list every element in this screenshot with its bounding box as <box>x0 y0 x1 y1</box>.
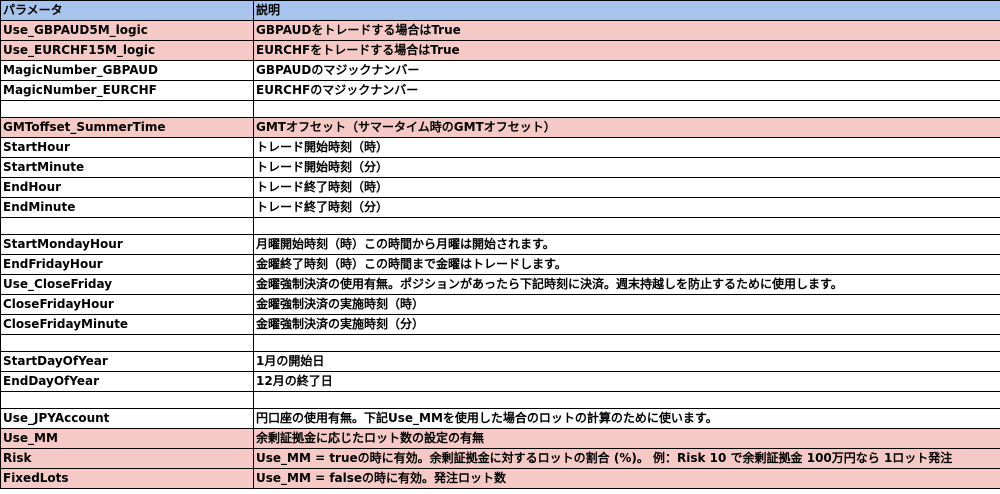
table-row: FixedLots Use_MM = falseの時に有効。発注ロット数 <box>0 468 1000 489</box>
parameter-description-cell[interactable]: 余剰証拠金に応じたロット数の設定の有無 <box>253 428 1000 449</box>
table-row: StartHour トレード開始時刻（時） <box>0 137 1000 158</box>
parameter-description-cell[interactable]: 金曜強制決済の実施時刻（時） <box>253 294 1000 315</box>
spacer-row <box>0 217 1000 235</box>
parameter-name-cell[interactable]: Use_JPYAccount <box>0 408 254 429</box>
parameter-description-cell[interactable]: GBPAUDのマジックナンバー <box>253 60 1000 81</box>
parameter-description-cell[interactable]: Use_MM = falseの時に有効。発注ロット数 <box>253 468 1000 489</box>
parameter-description-cell[interactable]: 12月の終了日 <box>253 371 1000 392</box>
table-row: EndMinute トレード終了時刻（分） <box>0 197 1000 218</box>
parameter-name-cell[interactable]: CloseFridayMinute <box>0 314 254 335</box>
parameter-table: パラメータ 説明 Use_GBPAUD5M_logic GBPAUDをトレードする… <box>0 0 1000 489</box>
table-row: Use_MM 余剰証拠金に応じたロット数の設定の有無 <box>0 428 1000 449</box>
table-row: CloseFridayHour 金曜強制決済の実施時刻（時） <box>0 294 1000 315</box>
parameter-description-cell[interactable]: トレード終了時刻（分） <box>253 197 1000 218</box>
parameter-name-cell[interactable]: StartMondayHour <box>0 234 254 255</box>
parameter-description-cell[interactable] <box>253 100 1000 118</box>
parameter-name-cell[interactable]: GMToffset_SummerTime <box>0 117 254 138</box>
parameter-name-cell[interactable]: StartDayOfYear <box>0 351 254 372</box>
table-row: StartMondayHour 月曜開始時刻（時）この時間から月曜は開始されます。 <box>0 234 1000 255</box>
spacer-row <box>0 100 1000 118</box>
parameter-name-cell[interactable] <box>0 334 254 352</box>
table-row: EndDayOfYear 12月の終了日 <box>0 371 1000 392</box>
parameter-description-cell[interactable]: 金曜終了時刻（時）この時間まで金曜はトレードします。 <box>253 254 1000 275</box>
parameter-description-cell[interactable] <box>253 334 1000 352</box>
parameter-name-cell[interactable]: Use_CloseFriday <box>0 274 254 295</box>
parameter-description-cell[interactable]: トレード開始時刻（分） <box>253 157 1000 178</box>
parameter-description-cell[interactable]: GBPAUDをトレードする場合はTrue <box>253 20 1000 41</box>
parameter-name-cell[interactable]: Use_MM <box>0 428 254 449</box>
parameter-name-cell[interactable]: Use_EURCHF15M_logic <box>0 40 254 61</box>
parameter-description-cell[interactable]: GMTオフセット（サマータイム時のGMTオフセット） <box>253 117 1000 138</box>
parameter-name-cell[interactable]: EndDayOfYear <box>0 371 254 392</box>
parameter-name-cell[interactable] <box>0 391 254 409</box>
parameter-description-cell[interactable]: トレード開始時刻（時） <box>253 137 1000 158</box>
parameter-name-cell[interactable]: EndHour <box>0 177 254 198</box>
parameter-description-cell[interactable]: 金曜強制決済の使用有無。ポジションがあったら下記時刻に決済。週末持越しを防止する… <box>253 274 1000 295</box>
parameter-description-cell[interactable] <box>253 217 1000 235</box>
parameter-name-cell[interactable] <box>0 217 254 235</box>
table-row: StartMinute トレード開始時刻（分） <box>0 157 1000 178</box>
table-row: Use_EURCHF15M_logic EURCHFをトレードする場合はTrue <box>0 40 1000 61</box>
parameter-description-cell[interactable]: EURCHFのマジックナンバー <box>253 80 1000 101</box>
header-row: パラメータ 説明 <box>0 0 1000 21</box>
table-row: StartDayOfYear 1月の開始日 <box>0 351 1000 372</box>
table-row: EndHour トレード終了時刻（時） <box>0 177 1000 198</box>
parameter-description-cell[interactable]: トレード終了時刻（時） <box>253 177 1000 198</box>
parameter-description-cell[interactable]: Use_MM = trueの時に有効。余剰証拠金に対するロットの割合 (%)。 … <box>253 448 1000 469</box>
parameter-description-cell[interactable]: 円口座の使用有無。下記Use_MMを使用した場合のロットの計算のために使います。 <box>253 408 1000 429</box>
table-row: Risk Use_MM = trueの時に有効。余剰証拠金に対するロットの割合 (… <box>0 448 1000 469</box>
parameter-name-cell[interactable]: CloseFridayHour <box>0 294 254 315</box>
table-body: Use_GBPAUD5M_logic GBPAUDをトレードする場合はTrue Us… <box>0 20 1000 489</box>
header-parameter[interactable]: パラメータ <box>0 0 254 21</box>
parameter-description-cell[interactable]: EURCHFをトレードする場合はTrue <box>253 40 1000 61</box>
parameter-sheet: パラメータ 説明 Use_GBPAUD5M_logic GBPAUDをトレードする… <box>0 0 1000 489</box>
table-row: MagicNumber_GBPAUD GBPAUDのマジックナンバー <box>0 60 1000 81</box>
parameter-name-cell[interactable]: Risk <box>0 448 254 469</box>
parameter-name-cell[interactable]: StartMinute <box>0 157 254 178</box>
parameter-name-cell[interactable]: MagicNumber_GBPAUD <box>0 60 254 81</box>
parameter-description-cell[interactable]: 月曜開始時刻（時）この時間から月曜は開始されます。 <box>253 234 1000 255</box>
table-row: MagicNumber_EURCHF EURCHFのマジックナンバー <box>0 80 1000 101</box>
parameter-name-cell[interactable]: EndMinute <box>0 197 254 218</box>
table-row: EndFridayHour 金曜終了時刻（時）この時間まで金曜はトレードします。 <box>0 254 1000 275</box>
table-row: GMToffset_SummerTime GMTオフセット（サマータイム時のGMT… <box>0 117 1000 138</box>
header-description[interactable]: 説明 <box>253 0 1000 21</box>
parameter-name-cell[interactable]: FixedLots <box>0 468 254 489</box>
table-row: Use_CloseFriday 金曜強制決済の使用有無。ポジションがあったら下記時… <box>0 274 1000 295</box>
spacer-row <box>0 334 1000 352</box>
table-row: CloseFridayMinute 金曜強制決済の実施時刻（分） <box>0 314 1000 335</box>
table-row: Use_GBPAUD5M_logic GBPAUDをトレードする場合はTrue <box>0 20 1000 41</box>
parameter-name-cell[interactable]: Use_GBPAUD5M_logic <box>0 20 254 41</box>
parameter-description-cell[interactable]: 金曜強制決済の実施時刻（分） <box>253 314 1000 335</box>
parameter-description-cell[interactable] <box>253 391 1000 409</box>
parameter-name-cell[interactable]: EndFridayHour <box>0 254 254 275</box>
parameter-name-cell[interactable] <box>0 100 254 118</box>
parameter-description-cell[interactable]: 1月の開始日 <box>253 351 1000 372</box>
parameter-name-cell[interactable]: StartHour <box>0 137 254 158</box>
table-row: Use_JPYAccount 円口座の使用有無。下記Use_MMを使用した場合のロ… <box>0 408 1000 429</box>
parameter-name-cell[interactable]: MagicNumber_EURCHF <box>0 80 254 101</box>
spacer-row <box>0 391 1000 409</box>
